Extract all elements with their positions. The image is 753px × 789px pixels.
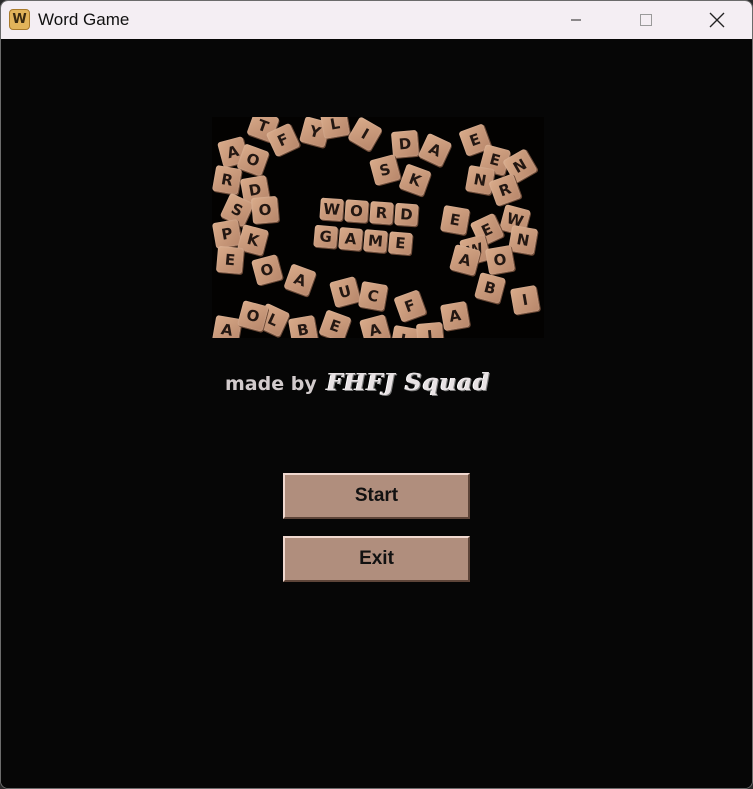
app-window: W Word Game WORD GAME TFYLIAODAEENRDSKNR… <box>0 0 753 789</box>
banner-tile: E <box>439 204 471 236</box>
banner-word-tile: O <box>344 199 369 223</box>
banner-tile: O <box>484 244 516 276</box>
banner-tile: R <box>212 164 243 196</box>
banner-tile: I <box>415 321 445 338</box>
banner-word-tile: M <box>363 229 388 254</box>
banner-tile: C <box>357 280 389 312</box>
banner-tile: N <box>507 224 539 256</box>
banner-word-tile: W <box>319 197 344 222</box>
banner-tile: A <box>359 314 391 338</box>
banner-tile: O <box>251 254 283 286</box>
banner-tile: I <box>509 284 541 316</box>
banner-word-row-1: WORD <box>319 197 419 227</box>
app-logo-icon: W <box>9 9 30 30</box>
banner-word-tile: A <box>338 226 363 251</box>
banner-tile: B <box>474 272 506 304</box>
credits-team-name: FHFJ Squad <box>326 369 491 396</box>
close-button[interactable] <box>694 1 740 39</box>
start-button[interactable]: Start <box>283 473 470 519</box>
banner-tile: A <box>417 132 453 168</box>
banner-word-tile: E <box>387 231 413 256</box>
banner-tile: K <box>398 163 432 197</box>
maximize-icon <box>640 14 652 26</box>
banner-tile: E <box>318 309 352 338</box>
banner-tile: A <box>212 314 243 338</box>
banner-tile: A <box>449 244 481 276</box>
banner-word-tile: R <box>369 201 394 225</box>
banner-tile: A <box>439 300 471 332</box>
client-area: WORD GAME TFYLIAODAEENRDSKNRSOWEEPKNWEOA… <box>1 39 752 788</box>
minimize-icon <box>571 19 581 21</box>
banner-tile: U <box>329 276 361 308</box>
close-icon <box>709 12 725 28</box>
banner-tile: E <box>215 245 245 275</box>
credits-line: made by FHFJ Squad <box>225 369 490 399</box>
banner-tile: S <box>369 154 401 186</box>
banner-tile: O <box>250 195 280 225</box>
banner-tile: I <box>347 117 383 152</box>
banner-tile: A <box>283 263 317 297</box>
minimize-button[interactable] <box>553 1 599 39</box>
exit-button[interactable]: Exit <box>283 536 470 582</box>
banner-word-row-2: GAME <box>313 224 413 256</box>
word-game-banner-image: WORD GAME TFYLIAODAEENRDSKNRSOWEEPKNWEOA… <box>212 117 544 338</box>
credits-prefix: made by <box>225 373 317 395</box>
title-bar[interactable]: W Word Game <box>1 1 752 39</box>
banner-tile: D <box>390 129 420 159</box>
banner-word-tile: G <box>313 224 339 249</box>
banner-word-tile: D <box>394 202 419 227</box>
window-title: Word Game <box>38 10 130 29</box>
banner-tile: L <box>319 117 351 140</box>
banner-tile: F <box>393 289 427 323</box>
maximize-button[interactable] <box>623 1 669 39</box>
banner-tile: B <box>287 314 319 338</box>
